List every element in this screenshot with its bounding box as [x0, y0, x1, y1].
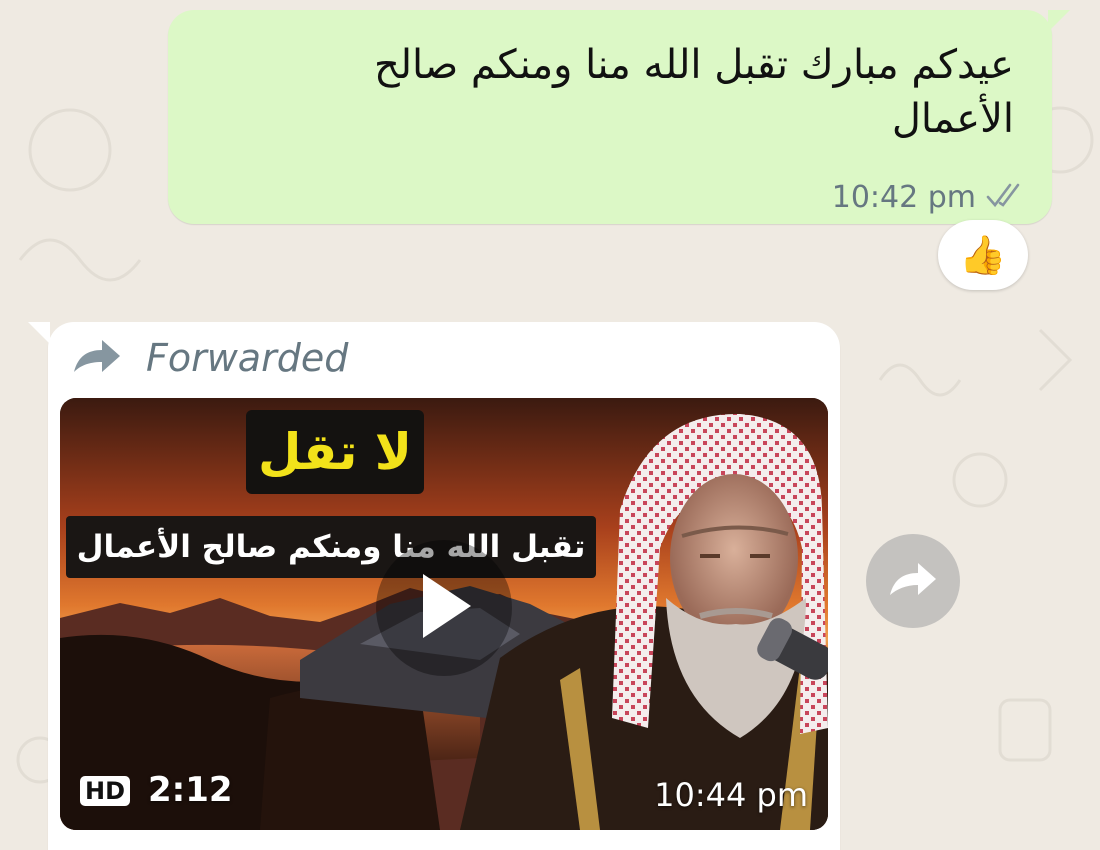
- play-button[interactable]: [376, 540, 512, 676]
- message-meta: 10:42 pm: [832, 180, 1026, 215]
- message-timestamp: 10:44 pm: [654, 776, 808, 814]
- message-line-1: عيدكم مبارك تقبل الله منا ومنكم صالح: [374, 42, 1014, 88]
- forward-arrow-icon: [72, 338, 122, 378]
- share-button[interactable]: [866, 534, 960, 628]
- bubble-tail: [1048, 10, 1070, 32]
- double-check-icon: [986, 183, 1026, 213]
- video-thumbnail[interactable]: لا تقل تقبل الله منا ومنكم صالح الأعمال …: [60, 398, 828, 830]
- reaction-chip[interactable]: 👍: [938, 220, 1028, 290]
- thumbs-up-emoji: 👍: [959, 232, 1007, 277]
- outgoing-message-bubble[interactable]: عيدكم مبارك تقبل الله منا ومنكم صالح الأ…: [168, 10, 1070, 224]
- video-subtitle: تقبل الله منا ومنكم صالح الأعمال: [76, 529, 586, 565]
- outgoing-message-text: عيدكم مبارك تقبل الله منا ومنكم صالح الأ…: [254, 38, 1014, 146]
- play-icon: [409, 568, 479, 648]
- bubble-tail: [28, 322, 50, 344]
- video-duration: 2:12: [148, 770, 233, 810]
- forwarded-indicator: Forwarded: [72, 336, 348, 380]
- incoming-message-bubble[interactable]: Forwarded لا تقل تقبل الله منا ومنكم صال…: [28, 322, 840, 850]
- message-timestamp: 10:42 pm: [831, 180, 976, 215]
- forwarded-label: Forwarded: [146, 336, 349, 380]
- share-arrow-icon: [888, 559, 938, 603]
- video-title: لا تقل: [257, 423, 413, 481]
- message-line-2: الأعمال: [891, 96, 1014, 142]
- hd-badge: HD: [80, 776, 131, 806]
- video-title-banner: لا تقل: [246, 410, 424, 494]
- video-subtitle-banner: تقبل الله منا ومنكم صالح الأعمال: [66, 516, 596, 578]
